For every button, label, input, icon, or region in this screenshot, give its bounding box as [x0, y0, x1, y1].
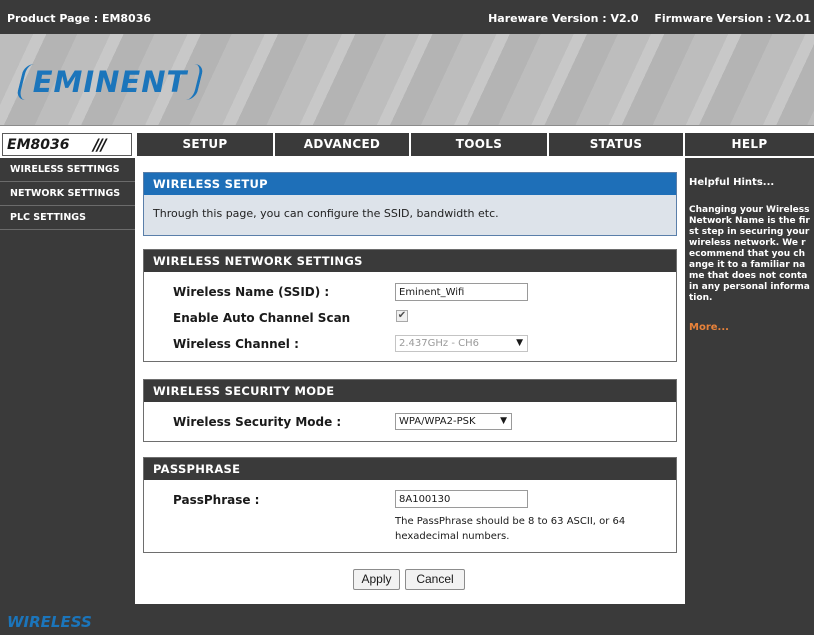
chevron-down-icon: ▼ — [500, 416, 507, 426]
wireless-security-mode-title: WIRELESS SECURITY MODE — [144, 380, 676, 402]
wireless-security-mode-panel: WIRELESS SECURITY MODE Wireless Security… — [143, 379, 677, 442]
security-mode-label: Wireless Security Mode : — [173, 415, 342, 429]
sidebar-item-network-settings[interactable]: NETWORK SETTINGS — [0, 182, 135, 206]
eminent-logo: EMINENT — [15, 64, 205, 100]
sidebar: WIRELESS SETTINGS NETWORK SETTINGS PLC S… — [0, 158, 135, 604]
security-mode-value: WPA/WPA2-PSK — [399, 416, 476, 427]
passphrase-title: PASSPHRASE — [144, 458, 676, 480]
cancel-button[interactable]: Cancel — [405, 569, 465, 590]
helpful-hints-title: Helpful Hints... — [689, 177, 775, 188]
auto-channel-scan-checkbox[interactable]: ✔ — [396, 310, 408, 322]
wireless-network-settings-panel: WIRELESS NETWORK SETTINGS Wireless Name … — [143, 249, 677, 362]
tab-help[interactable]: HELP — [685, 133, 814, 156]
apply-button[interactable]: Apply — [353, 569, 400, 590]
auto-channel-scan-label: Enable Auto Channel Scan — [173, 311, 351, 325]
wireless-network-settings-title: WIRELESS NETWORK SETTINGS — [144, 250, 676, 272]
helpful-hints-panel: Helpful Hints... Changing your Wireless … — [685, 158, 814, 604]
passphrase-input[interactable] — [395, 490, 528, 508]
main-content: WIRELESS SETUP Through this page, you ca… — [135, 158, 685, 604]
tab-tools[interactable]: TOOLS — [411, 133, 547, 156]
sidebar-item-plc-settings[interactable]: PLC SETTINGS — [0, 206, 135, 230]
wireless-setup-panel: WIRELESS SETUP Through this page, you ca… — [143, 172, 677, 236]
wireless-channel-select[interactable]: 2.437GHz - CH6 ▼ — [395, 335, 528, 352]
chevron-down-icon: ▼ — [516, 338, 523, 348]
header-banner: EMINENT — [0, 34, 814, 126]
passphrase-label: PassPhrase : — [173, 493, 260, 507]
wireless-setup-description: Through this page, you can configure the… — [153, 207, 499, 220]
wireless-setup-title: WIRELESS SETUP — [144, 173, 676, 195]
wireless-channel-value: 2.437GHz - CH6 — [399, 338, 479, 349]
model-mark: /// — [93, 135, 106, 154]
product-page-label: Product Page : EM8036 — [7, 12, 152, 25]
more-link[interactable]: More... — [689, 322, 729, 333]
tab-advanced[interactable]: ADVANCED — [275, 133, 409, 156]
passphrase-panel: PASSPHRASE PassPhrase : The PassPhrase s… — [143, 457, 677, 553]
firmware-version: Firmware Version : V2.01 — [654, 12, 811, 25]
footer: WIRELESS — [0, 604, 814, 635]
tab-status[interactable]: STATUS — [549, 133, 683, 156]
ssid-input[interactable] — [395, 283, 528, 301]
tab-setup[interactable]: SETUP — [137, 133, 273, 156]
top-bar: Product Page : EM8036 Hareware Version :… — [0, 0, 814, 34]
hardware-version: Hareware Version : V2.0 — [488, 12, 639, 25]
passphrase-hint: The PassPhrase should be 8 to 63 ASCII, … — [395, 516, 626, 542]
helpful-hints-body: Changing your Wireless Network Name is t… — [689, 205, 810, 303]
model-name: EM8036 — [7, 137, 70, 153]
logo-text: EMINENT — [32, 65, 188, 99]
sidebar-item-wireless-settings[interactable]: WIRELESS SETTINGS — [0, 158, 135, 182]
checkmark-icon: ✔ — [397, 310, 407, 321]
version-info: Hareware Version : V2.0 Firmware Version… — [476, 12, 811, 25]
wireless-channel-label: Wireless Channel : — [173, 337, 299, 351]
ssid-label: Wireless Name (SSID) : — [173, 285, 330, 299]
security-mode-select[interactable]: WPA/WPA2-PSK ▼ — [395, 413, 512, 430]
model-badge: EM8036 /// — [2, 133, 132, 156]
main-navigation: EM8036 /// SETUP ADVANCED TOOLS STATUS H… — [0, 126, 814, 158]
footer-text: WIRELESS — [7, 613, 92, 631]
